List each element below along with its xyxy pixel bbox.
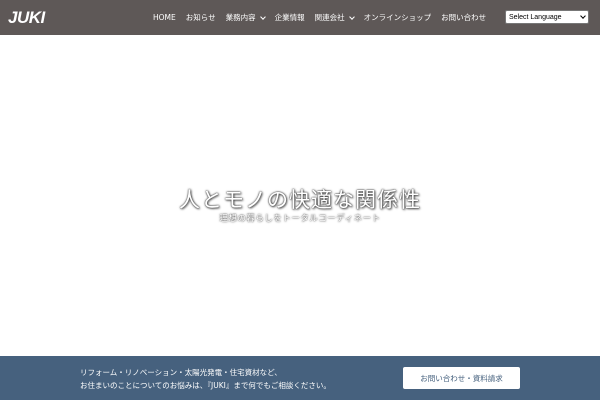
main-nav: HOME お知らせ 業務内容 企業情報 関連会社 オンラインショップ お問い合わ… (153, 0, 496, 35)
nav-item-affiliates[interactable]: 関連会社 (314, 12, 355, 23)
nav-item-company[interactable]: 企業情報 (275, 12, 305, 23)
language-select-value: Select Language (509, 13, 562, 21)
contact-banner: リフォーム・リノベーション・太陽光発電・住宅資材など、 お住まいのことについての… (0, 356, 600, 400)
chevron-down-icon (259, 13, 266, 20)
nav-item-label: 企業情報 (274, 13, 305, 22)
logo[interactable]: JUKI (8, 8, 45, 27)
chevron-down-icon (348, 13, 355, 20)
nav-item-label: オンラインショップ (363, 13, 432, 22)
chevron-down-icon (580, 13, 586, 19)
hero-title: 人とモノの快適な関係性 (179, 188, 421, 212)
nav-item-label: HOME (153, 13, 176, 22)
nav-item-home[interactable]: HOME (153, 13, 176, 22)
language-select[interactable]: Select Language (505, 10, 589, 24)
nav-item-services[interactable]: 業務内容 (225, 12, 266, 23)
banner-text-line2: お住まいのことについてのお悩みは、『JUKI』まで何でもご相談ください。 (80, 381, 331, 390)
hero: 人とモノの快適な関係性 理想の暮らしをトータルコーディネート (0, 35, 600, 356)
site-header: JUKI HOME お知らせ 業務内容 企業情報 関連会社 オンラインショップ … (0, 0, 600, 35)
nav-item-online-shop[interactable]: オンラインショップ (364, 12, 432, 23)
nav-item-news[interactable]: お知らせ (186, 12, 216, 23)
nav-item-label: 業務内容 (225, 13, 256, 22)
nav-item-label: お問い合わせ (441, 13, 487, 22)
nav-item-label: 関連会社 (314, 13, 345, 22)
nav-item-label: お知らせ (185, 13, 216, 22)
banner-text-line1: リフォーム・リノベーション・太陽光発電・住宅資材など、 (80, 368, 282, 377)
hero-subtitle: 理想の暮らしをトータルコーディネート (219, 214, 381, 224)
nav-item-contact[interactable]: お問い合わせ (441, 12, 486, 23)
contact-request-button[interactable]: お問い合わせ・資料請求 (403, 367, 520, 389)
